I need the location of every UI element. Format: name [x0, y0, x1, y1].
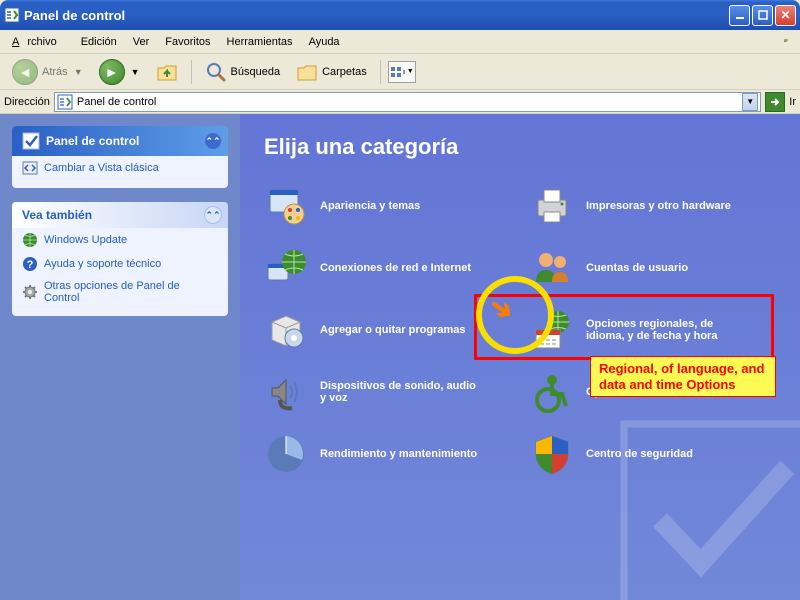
globe-icon: [22, 232, 38, 248]
help-support-link[interactable]: ? Ayuda y soporte técnico: [12, 252, 228, 276]
help-icon: ?: [22, 256, 38, 272]
cat-printers[interactable]: Impresoras y otro hardware: [530, 184, 776, 228]
views-button[interactable]: ▼: [388, 61, 416, 83]
watermark-icon: [600, 400, 800, 600]
sidebar-panel-seealso: Vea también ⌃⌃ Windows Update ? Ayuda y …: [12, 202, 228, 316]
addremove-icon: [264, 308, 308, 352]
cat-network[interactable]: Conexiones de red e Internet: [264, 246, 510, 290]
menu-archivo[interactable]: Archivodocument.currentScript.previousSi…: [4, 34, 73, 50]
menu-herramientas[interactable]: Herramientas: [219, 34, 301, 50]
menu-ayuda[interactable]: Ayuda: [301, 34, 348, 50]
toolbar: ◄ Atrás ▼ ► ▼ Búsqueda Carpetas ▼: [0, 54, 800, 90]
windows-flag-icon: [776, 32, 796, 50]
back-button[interactable]: ◄ Atrás ▼: [6, 56, 89, 88]
windows-update-link[interactable]: Windows Update: [12, 228, 228, 252]
cat-performance[interactable]: Rendimiento y mantenimiento: [264, 432, 510, 476]
menu-edicion[interactable]: Edición: [73, 34, 125, 50]
sidebar-panel-control: Panel de control ⌃⌃ Cambiar a Vista clás…: [12, 126, 228, 188]
sidebar: Panel de control ⌃⌃ Cambiar a Vista clás…: [0, 114, 240, 600]
go-arrow-icon: [769, 96, 781, 108]
search-button[interactable]: Búsqueda: [199, 58, 287, 86]
performance-icon: [264, 432, 308, 476]
search-icon: [205, 61, 227, 83]
control-panel-icon: [4, 7, 20, 23]
address-dropdown[interactable]: ▼: [742, 93, 758, 111]
menu-favoritos[interactable]: Favoritos: [157, 34, 218, 50]
printer-icon: [530, 184, 574, 228]
folders-icon: [296, 62, 318, 82]
security-icon: [530, 432, 574, 476]
go-label: Ir: [789, 96, 796, 108]
cat-users[interactable]: Cuentas de usuario: [530, 246, 776, 290]
checkbox-icon: [22, 132, 40, 150]
other-options-link[interactable]: Otras opciones de Panel de Control: [12, 276, 228, 308]
network-icon: [264, 246, 308, 290]
chevron-down-icon: ▼: [131, 67, 140, 77]
cat-sound[interactable]: Dispositivos de sonido, audio y voz: [264, 370, 510, 414]
page-title: Elija una categoría: [264, 134, 776, 160]
appearance-icon: [264, 184, 308, 228]
folder-up-icon: [156, 62, 178, 82]
chevron-down-icon: ▼: [407, 68, 414, 75]
panel-header[interactable]: Panel de control ⌃⌃: [12, 126, 228, 156]
main-area: Elija una categoría Apariencia y temas I…: [240, 114, 800, 600]
accessibility-icon: [530, 370, 574, 414]
folders-button[interactable]: Carpetas: [290, 59, 373, 85]
annotation-label: Regional, of language, and data and time…: [590, 356, 776, 397]
switch-icon: [22, 160, 38, 176]
gear-icon: [22, 284, 38, 300]
close-button[interactable]: ✕: [775, 5, 796, 26]
menubar: Archivodocument.currentScript.previousSi…: [0, 30, 800, 54]
collapse-button[interactable]: ⌃⌃: [204, 206, 222, 224]
collapse-button[interactable]: ⌃⌃: [204, 132, 222, 150]
svg-text:?: ?: [27, 259, 34, 271]
forward-button[interactable]: ► ▼: [93, 56, 146, 88]
address-input[interactable]: Panel de control ▼: [54, 92, 761, 112]
control-panel-icon: [57, 94, 73, 110]
address-value: Panel de control: [77, 96, 738, 108]
menu-ver[interactable]: Ver: [125, 34, 158, 50]
panel-header[interactable]: Vea también ⌃⌃: [12, 202, 228, 228]
chevron-down-icon: ▼: [74, 67, 83, 77]
forward-icon: ►: [99, 59, 125, 85]
address-bar: Dirección Panel de control ▼ Ir: [0, 90, 800, 114]
back-icon: ◄: [12, 59, 38, 85]
address-label: Dirección: [4, 96, 50, 108]
titlebar: Panel de control ✕: [0, 0, 800, 30]
cat-appearance[interactable]: Apariencia y temas: [264, 184, 510, 228]
separator: [380, 60, 381, 84]
minimize-button[interactable]: [729, 5, 750, 26]
sound-icon: [264, 370, 308, 414]
up-button[interactable]: [150, 59, 184, 85]
go-button[interactable]: [765, 92, 785, 112]
window-title: Panel de control: [24, 8, 727, 23]
maximize-button[interactable]: [752, 5, 773, 26]
switch-classic-view[interactable]: Cambiar a Vista clásica: [12, 156, 228, 180]
separator: [191, 60, 192, 84]
views-icon: [390, 66, 406, 78]
